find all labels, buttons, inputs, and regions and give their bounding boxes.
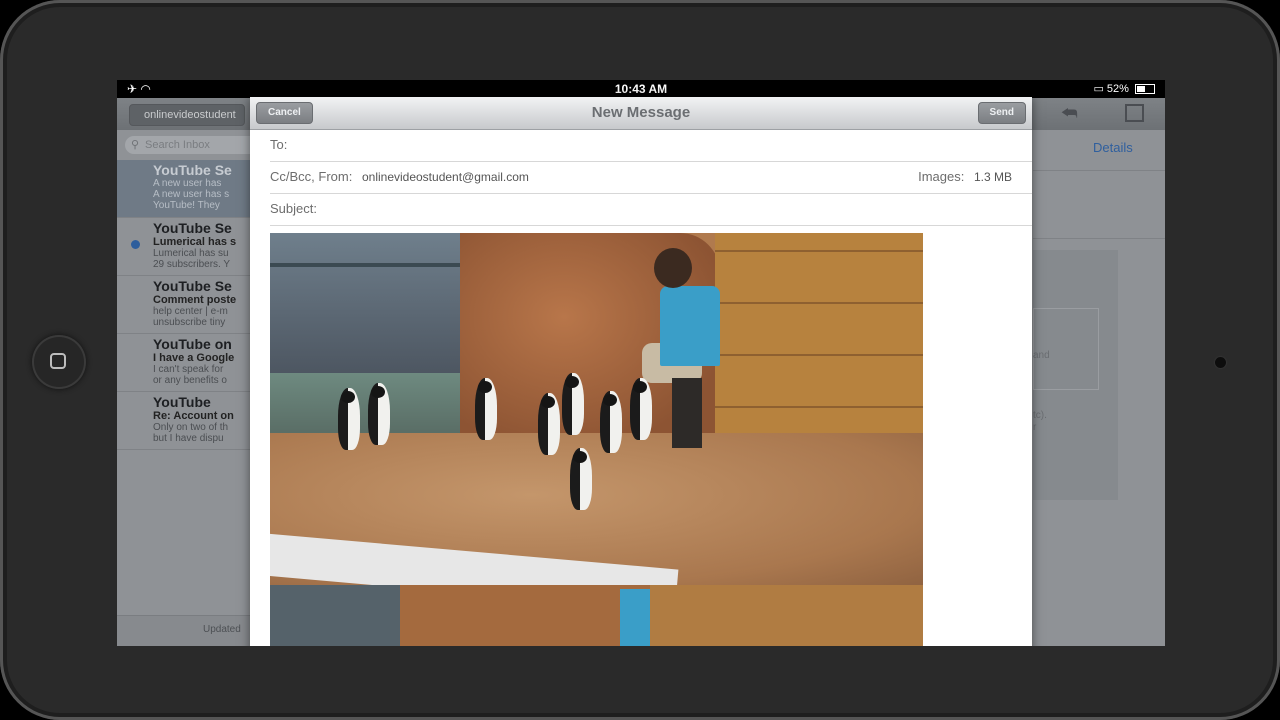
battery-percent: 52% (1106, 83, 1129, 95)
attached-photo[interactable] (270, 233, 923, 646)
home-square-icon (50, 353, 66, 369)
search-placeholder: Search Inbox (145, 139, 210, 151)
message-sender: YouTube on (153, 336, 232, 352)
screen: ✈ ◠ 10:43 AM ▭ 52% onlinevideostudent ⮪ … (117, 80, 1165, 646)
status-time: 10:43 AM (614, 82, 668, 96)
search-inbox-input[interactable]: ⚲ Search Inbox (125, 136, 265, 154)
details-link[interactable]: Details (1093, 140, 1133, 155)
cc-label: Cc/Bcc, From: (270, 169, 353, 184)
list-item[interactable]: YouTube Se A new user has A new user has… (117, 160, 252, 218)
message-preview: I can't speak for (153, 364, 224, 375)
cc-bcc-from-field[interactable]: Cc/Bcc, From: onlinevideostudent@gmail.c… (270, 161, 1032, 194)
list-item[interactable]: YouTube Re: Account on Only on two of th… (117, 392, 252, 450)
subject-field[interactable]: Subject: (270, 193, 1032, 226)
penguin (600, 391, 622, 453)
unread-dot-icon (131, 240, 140, 249)
message-sender: YouTube Se (153, 162, 232, 178)
message-preview: help center | e-m (153, 306, 228, 317)
cancel-button[interactable]: Cancel (256, 102, 313, 124)
mailbox-bottom-bar: Updated (117, 615, 252, 646)
to-label: To: (270, 137, 288, 152)
message-preview: Only on two of th (153, 422, 229, 433)
updated-status: Updated (203, 624, 241, 635)
keeper-boots (672, 378, 702, 448)
ghost-text: tc). (1033, 410, 1047, 421)
screen-lock-icon: ▭ (1093, 83, 1107, 95)
ghost-text: r (1033, 422, 1037, 433)
message-list: YouTube Se A new user has A new user has… (117, 160, 252, 450)
second-photo-top[interactable] (270, 585, 923, 646)
reply-icon[interactable]: ⮪ (1061, 103, 1078, 124)
status-bar: ✈ ◠ 10:43 AM ▭ 52% (117, 80, 1165, 98)
message-subject: Comment poste (153, 294, 237, 306)
compose-icon[interactable] (1125, 104, 1144, 122)
list-item[interactable]: YouTube Se Lumerical has s Lumerical has… (117, 218, 252, 276)
battery-icon (1135, 84, 1155, 95)
keeper-shirt (660, 286, 720, 366)
penguin (630, 378, 652, 440)
photo-railing (270, 263, 470, 267)
message-subject: A new user has (153, 178, 222, 189)
message-sender: YouTube Se (153, 220, 232, 236)
message-preview: A new user has s (153, 189, 230, 200)
message-preview: Lumerical has su (153, 248, 229, 259)
compose-sheet: New Message Cancel Send To: Cc/Bcc, From… (250, 97, 1032, 646)
penguin (475, 378, 497, 440)
list-item[interactable]: YouTube on I have a Google I can't speak… (117, 334, 252, 392)
penguin (538, 393, 560, 455)
compose-header: New Message Cancel Send (250, 97, 1032, 130)
photo-keeper (642, 248, 722, 458)
keeper-head (654, 248, 692, 288)
ghost-text: and (1033, 350, 1050, 361)
divider (1033, 238, 1165, 239)
message-sender: YouTube Se (153, 278, 232, 294)
photo-crowd (270, 233, 470, 378)
divider (1033, 170, 1165, 171)
message-subject: Re: Account on (153, 410, 234, 422)
from-address: onlinevideostudent@gmail.com (361, 170, 529, 184)
home-button[interactable] (32, 335, 86, 389)
penguin (338, 388, 360, 450)
front-camera (1215, 357, 1226, 368)
second-photo-keeper (620, 589, 650, 646)
list-item[interactable]: YouTube Se Comment poste help center | e… (117, 276, 252, 334)
message-subject: Lumerical has s (153, 236, 237, 248)
penguin (368, 383, 390, 445)
message-preview: or any benefits o (153, 375, 227, 386)
images-label: Images: (918, 169, 965, 184)
penguin (570, 448, 592, 510)
photo-wall (715, 233, 923, 458)
ipad-frame: ✈ ◠ 10:43 AM ▭ 52% onlinevideostudent ⮪ … (0, 0, 1280, 720)
message-subject: I have a Google (153, 352, 235, 364)
penguin (562, 373, 584, 435)
message-preview: 29 subscribers. Y (153, 259, 231, 270)
status-right: ▭ 52% (1093, 82, 1155, 95)
images-size-info[interactable]: Images: 1.3 MB (918, 161, 1012, 193)
to-field[interactable]: To: (270, 129, 1032, 162)
back-button[interactable]: onlinevideostudent (129, 104, 245, 126)
message-preview: YouTube! They (153, 200, 220, 211)
subject-label: Subject: (270, 201, 317, 216)
search-icon: ⚲ (131, 139, 140, 151)
message-preview: unsubscribe tiny (153, 317, 226, 328)
compose-title: New Message (591, 104, 691, 121)
send-button[interactable]: Send (977, 102, 1026, 124)
message-preview: but I have dispu (153, 433, 224, 444)
message-card-ghost (1033, 308, 1099, 390)
images-size: 1.3 MB (973, 170, 1012, 184)
message-sender: YouTube (153, 394, 211, 410)
